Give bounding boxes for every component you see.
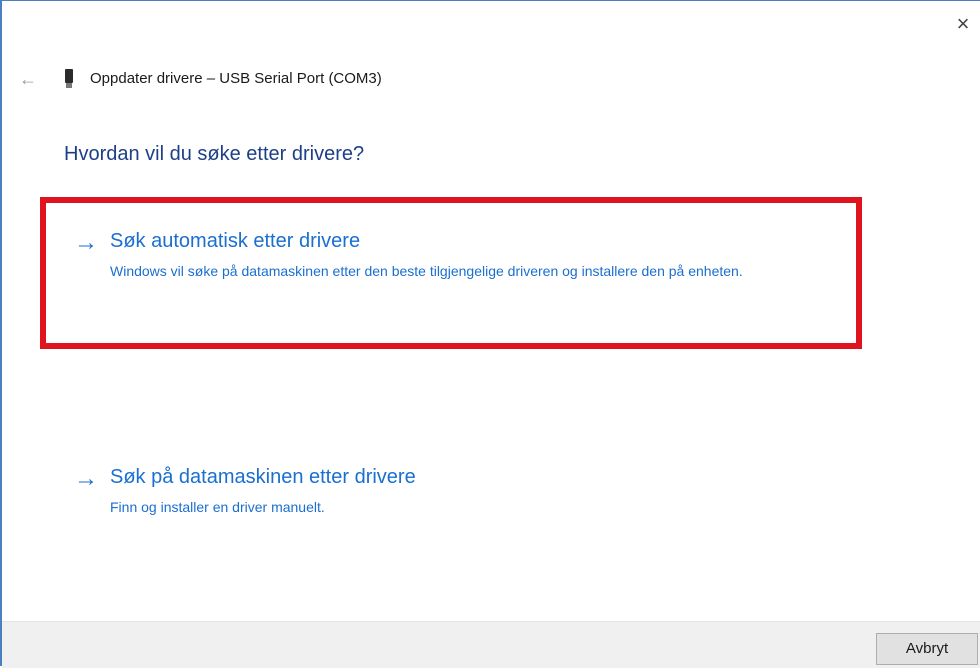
option-title[interactable]: Søk på datamaskinen etter drivere xyxy=(110,466,416,489)
arrow-right-icon: → xyxy=(74,229,98,256)
dialog-title: Oppdater drivere – USB Serial Port (COM3… xyxy=(90,70,382,87)
browse-computer-option[interactable]: → Søk på datamaskinen etter drivere Finn… xyxy=(74,465,854,521)
search-automatically-option[interactable]: → Søk automatisk etter drivere Windows v… xyxy=(74,229,854,309)
option-title[interactable]: Søk automatisk etter drivere xyxy=(110,230,360,253)
dialog-footer xyxy=(2,621,980,668)
option-description: Finn og installer en driver manuelt. xyxy=(110,499,325,515)
arrow-right-icon: → xyxy=(74,465,98,492)
cancel-button[interactable]: Avbryt xyxy=(876,633,978,665)
page-heading: Hvordan vil du søke etter drivere? xyxy=(64,143,365,165)
update-drivers-dialog: × ← Oppdater drivere – USB Serial Port (… xyxy=(0,0,980,668)
back-arrow-icon[interactable]: ← xyxy=(16,67,40,91)
close-icon[interactable]: × xyxy=(946,9,980,39)
option-description: Windows vil søke på datamaskinen etter d… xyxy=(110,263,743,279)
usb-device-icon xyxy=(64,69,74,89)
